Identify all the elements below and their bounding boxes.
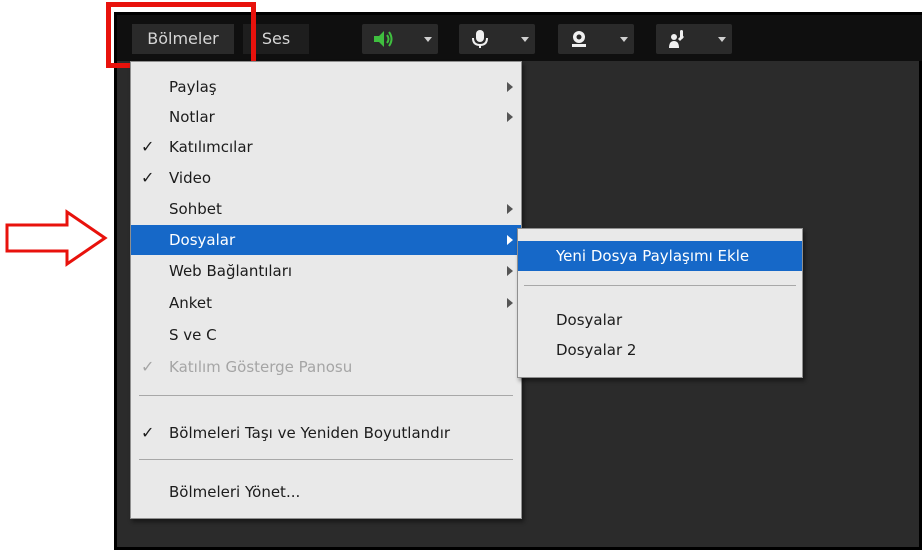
menu-item-files[interactable]: Dosyalar	[131, 225, 521, 255]
menu-item-label: Bölmeleri Taşı ve Yeniden Boyutlandır	[169, 424, 451, 442]
panes-dropdown-menu: Paylaş Notlar ✓ Katılımcılar ✓ Video Soh…	[130, 61, 522, 519]
submenu-arrow-icon	[507, 235, 513, 245]
chevron-down-icon[interactable]	[521, 37, 529, 42]
menu-item-qa[interactable]: S ve C	[131, 320, 521, 350]
menu-item-move-resize-pods[interactable]: ✓ Bölmeleri Taşı ve Yeniden Boyutlandır	[131, 418, 521, 448]
menu-item-share[interactable]: Paylaş	[131, 72, 521, 102]
menu-item-engagement-dashboard: ✓ Katılım Gösterge Panosu	[131, 352, 521, 382]
webcam-tool[interactable]	[558, 24, 634, 54]
menu-item-label: S ve C	[169, 326, 217, 344]
menu-item-label: Notlar	[169, 108, 215, 126]
speaker-icon	[374, 31, 393, 47]
menu-divider	[139, 395, 513, 396]
microphone-tool[interactable]	[459, 24, 535, 54]
submenu-arrow-icon	[507, 112, 513, 122]
submenu-item-label: Dosyalar 2	[556, 341, 637, 359]
files-submenu: Yeni Dosya Paylaşımı Ekle Dosyalar Dosya…	[517, 228, 803, 378]
submenu-item-label: Yeni Dosya Paylaşımı Ekle	[556, 247, 750, 265]
submenu-arrow-icon	[507, 298, 513, 308]
menu-item-manage-pods[interactable]: Bölmeleri Yönet...	[131, 477, 521, 507]
annotation-arrow-icon	[5, 209, 108, 267]
menu-item-label: Sohbet	[169, 200, 222, 218]
microphone-icon	[472, 30, 488, 48]
menu-item-label: Web Bağlantıları	[169, 262, 293, 280]
menu-item-notes[interactable]: Notlar	[131, 102, 521, 132]
menu-item-label: Dosyalar	[169, 231, 236, 249]
menu-item-chat[interactable]: Sohbet	[131, 194, 521, 224]
annotation-highlight-box	[106, 2, 256, 68]
raise-hand-icon	[669, 30, 684, 48]
menu-item-label: Katılım Gösterge Panosu	[169, 358, 353, 376]
speaker-tool[interactable]	[362, 24, 438, 54]
menu-item-label: Bölmeleri Yönet...	[169, 483, 301, 501]
menu-item-web-links[interactable]: Web Bağlantıları	[131, 256, 521, 286]
menu-item-video[interactable]: ✓ Video	[131, 163, 521, 193]
chevron-down-icon[interactable]	[620, 37, 628, 42]
chevron-down-icon[interactable]	[718, 37, 726, 42]
menu-item-label: Anket	[169, 294, 213, 312]
check-icon: ✓	[141, 357, 155, 376]
submenu-item-label: Dosyalar	[556, 311, 623, 329]
chevron-down-icon[interactable]	[424, 37, 432, 42]
check-icon: ✓	[141, 168, 155, 187]
menu-item-poll[interactable]: Anket	[131, 288, 521, 318]
submenu-arrow-icon	[507, 82, 513, 92]
submenu-item-add-file-share[interactable]: Yeni Dosya Paylaşımı Ekle	[518, 241, 802, 271]
menu-divider	[139, 459, 513, 460]
check-icon: ✓	[141, 137, 155, 156]
submenu-arrow-icon	[507, 266, 513, 276]
menu-item-label: Video	[169, 169, 212, 187]
menu-item-label: Katılımcılar	[169, 138, 253, 156]
raise-hand-tool[interactable]	[656, 24, 732, 54]
check-icon: ✓	[141, 423, 155, 442]
menu-item-attendees[interactable]: ✓ Katılımcılar	[131, 132, 521, 162]
submenu-item-files[interactable]: Dosyalar	[518, 305, 802, 335]
menu-item-label: Paylaş	[169, 78, 217, 96]
menu-divider	[524, 285, 796, 286]
webcam-icon	[572, 31, 586, 47]
submenu-arrow-icon	[507, 204, 513, 214]
submenu-item-files-2[interactable]: Dosyalar 2	[518, 335, 802, 365]
